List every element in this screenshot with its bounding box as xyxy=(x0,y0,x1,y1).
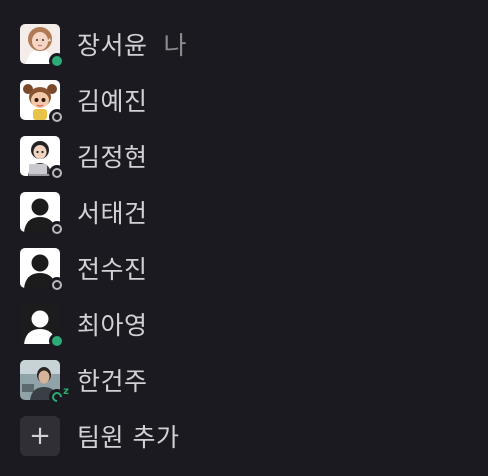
status-indicator xyxy=(49,333,65,349)
member-name: 장서윤 xyxy=(77,31,148,60)
avatar xyxy=(20,24,65,69)
member-row-3[interactable]: 김정현 xyxy=(0,128,488,184)
avatar xyxy=(20,192,65,237)
avatar xyxy=(20,304,65,349)
avatar xyxy=(20,248,65,293)
status-indicator xyxy=(49,165,65,181)
member-name: 김예진 xyxy=(77,87,148,116)
add-member-button[interactable]: + 팀원 추가 xyxy=(0,408,488,464)
member-row-5[interactable]: 전수진 xyxy=(0,240,488,296)
member-list: 장서윤 나 김예진 김정현 서태건 전수진 최아영 z 한건주 + 팀원 추가 xyxy=(0,16,488,464)
member-name: 최아영 xyxy=(77,311,148,340)
member-name: 전수진 xyxy=(77,255,148,284)
status-indicator xyxy=(49,221,65,237)
avatar xyxy=(20,136,65,181)
member-name: 김정현 xyxy=(77,143,148,172)
member-row-1[interactable]: 장서윤 나 xyxy=(0,16,488,72)
snooze-icon: z xyxy=(63,386,69,397)
plus-icon: + xyxy=(20,416,60,456)
member-name: 서태건 xyxy=(77,199,148,228)
status-indicator xyxy=(49,277,65,293)
avatar: z xyxy=(20,360,69,405)
add-member-label: 팀원 추가 xyxy=(77,423,180,452)
member-name: 한건주 xyxy=(77,367,148,396)
member-row-2[interactable]: 김예진 xyxy=(0,72,488,128)
me-label: 나 xyxy=(163,31,187,60)
member-row-6[interactable]: 최아영 xyxy=(0,296,488,352)
avatar xyxy=(20,80,65,125)
member-row-4[interactable]: 서태건 xyxy=(0,184,488,240)
member-row-7[interactable]: z 한건주 xyxy=(0,352,488,408)
status-indicator xyxy=(49,109,65,125)
status-indicator xyxy=(49,53,65,69)
